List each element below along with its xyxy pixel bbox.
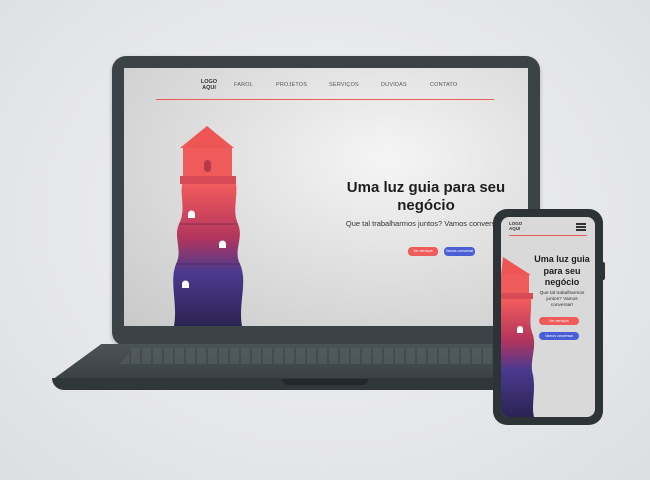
phone-side-button — [602, 262, 605, 280]
nav-item-duvidas[interactable]: DUVIDAS — [381, 82, 407, 88]
laptop-screen: LOGO AQUI FAROL PROJETOS SERVIÇOS DUVIDA… — [124, 68, 528, 326]
lets-talk-button[interactable]: Vamos conversar — [444, 247, 475, 256]
mobile-hero-subtitle: Que tal trabalharmos juntos? Vamos conve… — [539, 291, 585, 308]
site-logo[interactable]: LOGO AQUI — [194, 79, 224, 91]
bell-icon — [517, 326, 523, 333]
bell-icon — [188, 210, 195, 218]
nav-divider — [156, 99, 494, 100]
mobile-lets-talk-button[interactable]: Vamos conversar — [539, 332, 579, 340]
hero-headline: Uma luz guia para seu negócio — [346, 179, 506, 214]
mobile-site-logo[interactable]: LOGO AQUI — [509, 221, 533, 231]
nav-item-servicos[interactable]: SERVIÇOS — [329, 82, 359, 88]
nav-item-contato[interactable]: CONTATO — [430, 82, 457, 88]
hamburger-icon[interactable] — [576, 223, 586, 231]
hero-subtitle: Que tal trabalharmos juntos? Vamos conve… — [345, 219, 505, 228]
laptop-bezel-bottom — [124, 326, 528, 342]
bell-icon — [182, 280, 189, 288]
laptop-opening-notch — [282, 379, 368, 385]
mobile-lighthouse-illustration — [501, 257, 535, 417]
mobile-nav-divider — [509, 235, 587, 236]
bell-icon — [219, 240, 226, 248]
mobile-hero-headline: Uma luz guia para seu negócio — [534, 254, 590, 287]
see-services-button[interactable]: Ver serviços — [408, 247, 438, 256]
nav-item-farol[interactable]: FAROL — [234, 82, 253, 88]
mobile-see-services-button[interactable]: Ver serviços — [539, 317, 579, 325]
phone-screen: LOGO AQUI Uma luz guia para seu negócio … — [501, 217, 595, 417]
laptop-keyboard — [120, 348, 532, 364]
nav-item-projetos[interactable]: PROJETOS — [276, 82, 307, 88]
lighthouse-illustration — [173, 126, 244, 326]
